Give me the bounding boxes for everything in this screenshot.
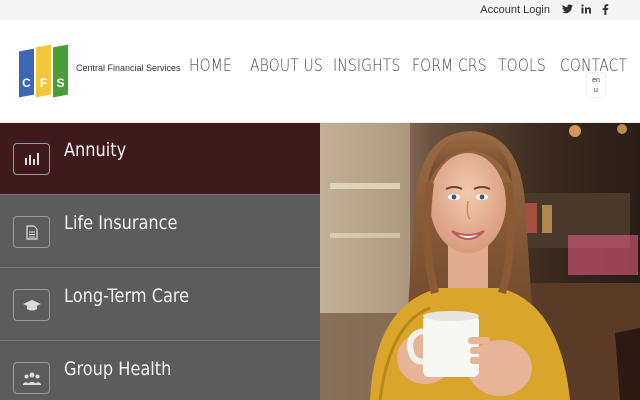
hero-photo [320, 123, 640, 400]
nav-tools[interactable]: TOOLS [498, 56, 546, 76]
sidebar-item-life-insurance[interactable]: Life Insurance [0, 196, 320, 268]
logo-letter-f: F [39, 76, 48, 90]
product-sidebar-menu: Annuity Life Insurance Long-Term Care Gr… [0, 123, 320, 400]
account-login-link[interactable]: Account Login [480, 4, 550, 16]
logo-letter-c: C [22, 76, 31, 90]
linkedin-icon[interactable] [580, 4, 592, 16]
document-icon [13, 216, 50, 248]
group-icon [13, 362, 50, 394]
sidebar-item-annuity[interactable]: Annuity [0, 123, 320, 195]
sidebar-item-label: Life Insurance [64, 212, 178, 234]
nav-form-crs[interactable]: FORM CRS [412, 56, 487, 76]
woman-holding-coffee-cup-photo [320, 123, 640, 400]
sidebar-item-label: Annuity [64, 139, 127, 161]
top-utility-bar: Account Login [0, 0, 640, 20]
logo-letter-s: S [56, 76, 65, 90]
menu-toggle-text-line2: u [594, 87, 598, 94]
menu-toggle-text-line1: en [592, 77, 600, 84]
facebook-icon[interactable] [599, 4, 611, 16]
site-header: C F S Central Financial Services HOME AB… [0, 20, 640, 123]
sidebar-item-long-term-care[interactable]: Long-Term Care [0, 269, 320, 341]
company-name: Central Financial Services [76, 63, 181, 73]
nav-home[interactable]: HOME [189, 56, 232, 76]
company-logo[interactable]: C F S [19, 44, 73, 98]
mobile-menu-toggle[interactable]: en u [586, 72, 606, 98]
bar-chart-icon [13, 143, 50, 175]
logo-blue-bar [19, 48, 34, 98]
sidebar-item-group-health[interactable]: Group Health [0, 342, 320, 400]
nav-about-us[interactable]: ABOUT US [250, 56, 323, 76]
twitter-icon[interactable] [561, 4, 573, 16]
graduation-cap-icon [13, 289, 50, 321]
nav-insights[interactable]: INSIGHTS [333, 56, 400, 76]
sidebar-item-label: Group Health [64, 358, 172, 380]
sidebar-item-label: Long-Term Care [64, 285, 190, 307]
